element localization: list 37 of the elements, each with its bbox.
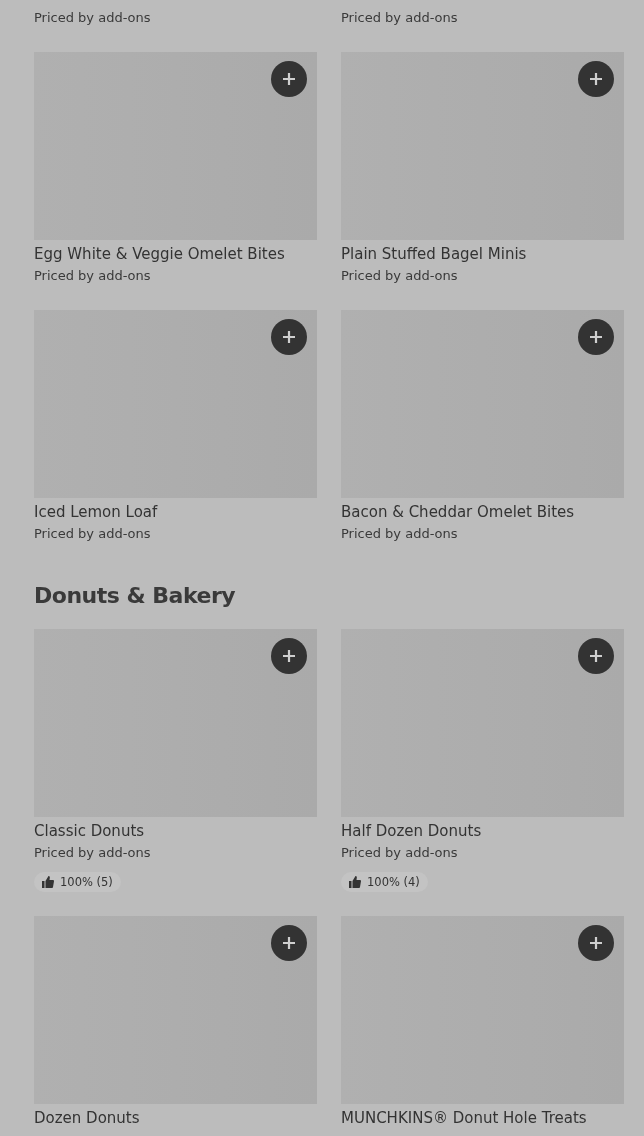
add-button[interactable] <box>578 61 614 97</box>
item-name: Classic Donuts <box>34 821 145 842</box>
plus-icon <box>589 649 603 663</box>
item-price: Priced by add-ons <box>34 525 151 543</box>
add-button[interactable] <box>271 925 307 961</box>
thumbs-up-icon <box>349 876 361 888</box>
item-name: MUNCHKINS® Donut Hole Treats <box>341 1108 587 1129</box>
plus-icon <box>589 936 603 950</box>
plus-icon <box>282 936 296 950</box>
add-button[interactable] <box>578 319 614 355</box>
item-name: Bacon & Cheddar Omelet Bites <box>341 502 575 523</box>
plus-icon <box>589 330 603 344</box>
plus-icon <box>282 72 296 86</box>
rating-text: 100% (5) <box>60 875 113 889</box>
thumbs-up-icon <box>42 876 54 888</box>
item-price: Priced by add-ons <box>341 525 458 543</box>
item-price: Priced by add-ons <box>341 267 458 285</box>
plus-icon <box>282 330 296 344</box>
item-name: Half Dozen Donuts <box>341 821 482 842</box>
add-button[interactable] <box>271 638 307 674</box>
add-button[interactable] <box>578 925 614 961</box>
add-button[interactable] <box>578 638 614 674</box>
item-price: Priced by add-ons <box>34 9 151 27</box>
item-price: Priced by add-ons <box>34 844 151 862</box>
item-name: Egg White & Veggie Omelet Bites <box>34 244 285 265</box>
item-price: Priced by add-ons <box>34 267 151 285</box>
item-price: Priced by add-ons <box>341 844 458 862</box>
add-button[interactable] <box>271 319 307 355</box>
rating-text: 100% (4) <box>367 875 420 889</box>
plus-icon <box>282 649 296 663</box>
add-button[interactable] <box>271 61 307 97</box>
item-price: Priced by add-ons <box>341 9 458 27</box>
plus-icon <box>589 72 603 86</box>
item-name: Iced Lemon Loaf <box>34 502 158 523</box>
item-name: Plain Stuffed Bagel Minis <box>341 244 527 265</box>
item-name: Dozen Donuts <box>34 1108 140 1129</box>
section-heading: Donuts & Bakery <box>34 582 237 610</box>
